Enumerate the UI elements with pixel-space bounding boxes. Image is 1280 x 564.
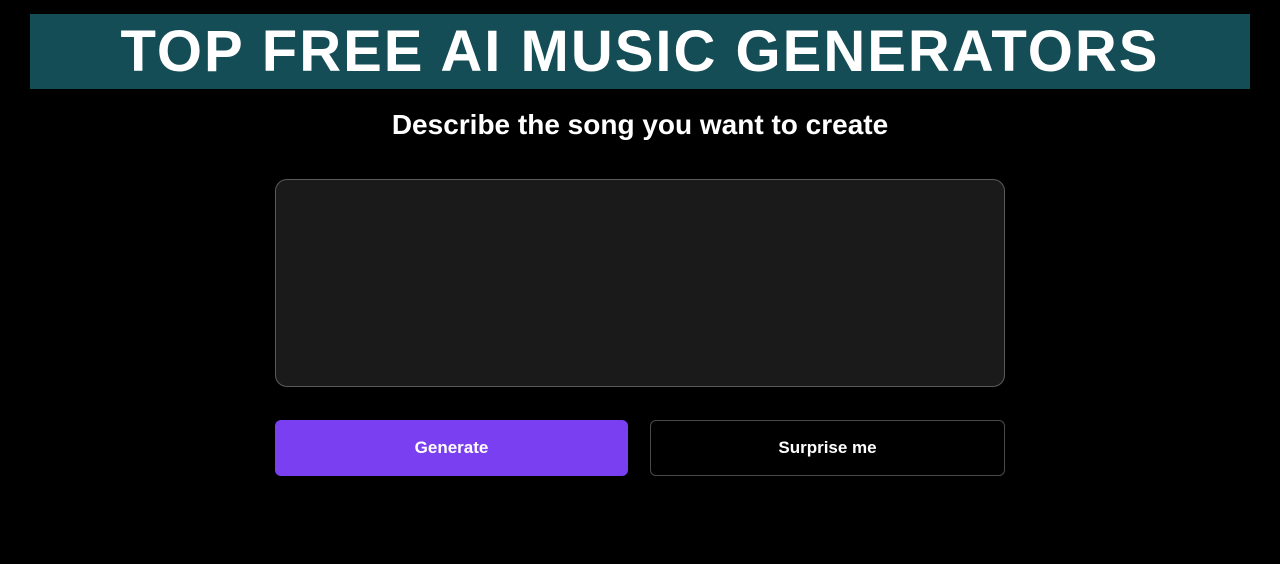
action-buttons: Generate Surprise me (275, 420, 1005, 476)
prompt-container (275, 179, 1005, 392)
song-prompt-input[interactable] (275, 179, 1005, 387)
prompt-heading: Describe the song you want to create (392, 109, 888, 141)
generate-button[interactable]: Generate (275, 420, 628, 476)
banner-title: TOP FREE AI MUSIC GENERATORS (121, 19, 1160, 84)
page-banner: TOP FREE AI MUSIC GENERATORS (30, 14, 1250, 89)
surprise-me-button[interactable]: Surprise me (650, 420, 1005, 476)
main-content: Describe the song you want to create Gen… (0, 89, 1280, 476)
